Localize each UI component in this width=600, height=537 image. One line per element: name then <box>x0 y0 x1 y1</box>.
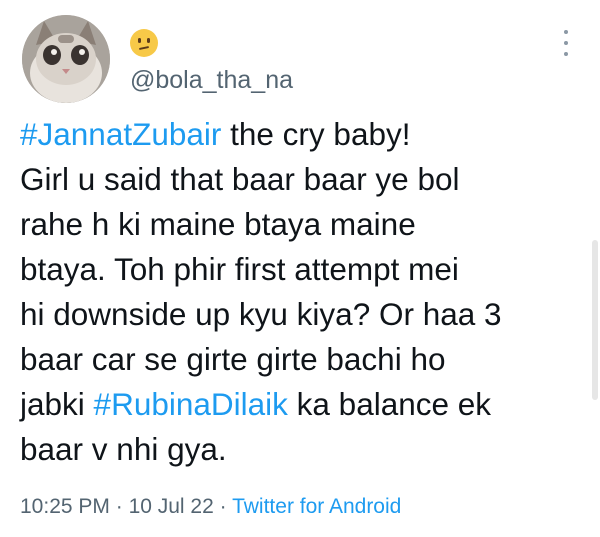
display-name[interactable] <box>130 27 158 59</box>
tweet-line: baar v nhi gya. <box>20 427 590 472</box>
more-options-icon[interactable] <box>556 28 576 58</box>
avatar[interactable] <box>22 15 110 103</box>
tweet-line: btaya. Toh phir first attempt mei <box>20 247 590 292</box>
tweet-line: jabki #RubinaDilaik ka balance ek <box>20 382 590 427</box>
tweet-line: baar car se girte girte bachi ho <box>20 337 590 382</box>
tweet-text-segment: the cry baby! <box>221 116 411 152</box>
tweet-source-link[interactable]: Twitter for Android <box>232 495 401 518</box>
tweet-text: #JannatZubair the cry baby! Girl u said … <box>20 112 590 472</box>
tweet-date[interactable]: 10 Jul 22 <box>129 495 214 518</box>
tweet-line: #JannatZubair the cry baby! <box>20 112 590 157</box>
tweet-line: hi downside up kyu kiya? Or haa 3 <box>20 292 590 337</box>
tweet-text-segment: hi downside up kyu kiya? Or haa 3 <box>20 296 502 332</box>
tweet-line: Girl u said that baar baar ye bol <box>20 157 590 202</box>
meta-separator: · <box>213 495 233 518</box>
cat-avatar-icon <box>22 15 110 103</box>
tweet-text-segment: Girl u said that baar baar ye bol <box>20 161 460 197</box>
tweet-text-segment: ka balance ek <box>287 386 492 422</box>
tweet-line: rahe h ki maine btaya maine <box>20 202 590 247</box>
hashtag-link[interactable]: #JannatZubair <box>20 116 221 152</box>
tweet-card: @bola_tha_na #JannatZubair the cry baby!… <box>0 0 600 537</box>
scrollbar[interactable] <box>592 240 598 400</box>
tweet-text-segment: jabki <box>20 386 94 422</box>
meta-separator: · <box>109 495 129 518</box>
tweet-time[interactable]: 10:25 PM <box>20 495 110 518</box>
tweet-text-segment: rahe h ki maine btaya maine <box>20 206 416 242</box>
tweet-meta: 10:25 PM · 10 Jul 22 · Twitter for Andro… <box>20 493 401 521</box>
user-handle[interactable]: @bola_tha_na <box>130 64 293 96</box>
tweet-text-segment: baar car se girte girte bachi ho <box>20 341 446 377</box>
tweet-text-segment: btaya. Toh phir first attempt mei <box>20 251 459 287</box>
tweet-text-segment: baar v nhi gya. <box>20 431 227 467</box>
confused-face-emoji-icon <box>130 29 158 57</box>
hashtag-link[interactable]: #RubinaDilaik <box>94 386 288 422</box>
